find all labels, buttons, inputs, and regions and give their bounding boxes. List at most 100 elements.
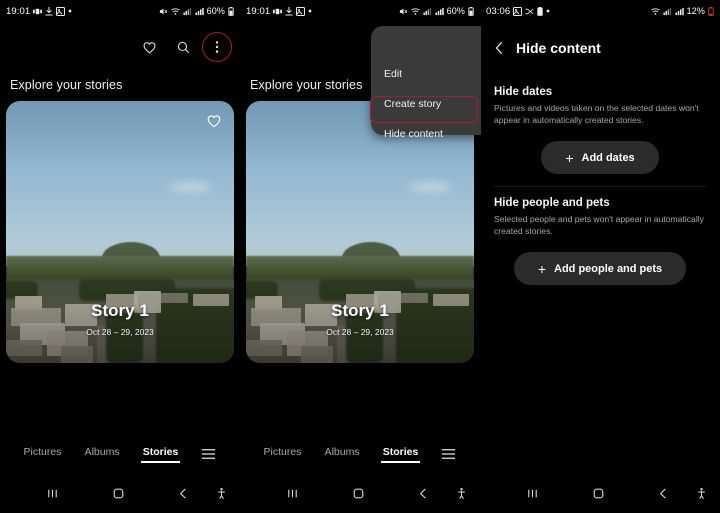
heart-icon[interactable] — [138, 36, 160, 58]
plus-icon: + — [565, 151, 573, 165]
story-card[interactable]: Story 1 Oct 28 – 29, 2023 — [6, 101, 234, 363]
story-caption: Story 1 Oct 28 – 29, 2023 — [246, 301, 474, 337]
tab-pictures[interactable]: Pictures — [264, 446, 302, 463]
story-card[interactable]: Story 1 Oct 28 – 29, 2023 — [246, 101, 474, 363]
signal-bars-icon — [435, 7, 444, 16]
tab-albums[interactable]: Albums — [85, 446, 120, 463]
section-title: Hide people and pets — [494, 197, 706, 209]
system-nav-bar — [240, 473, 480, 513]
tab-albums[interactable]: Albums — [325, 446, 360, 463]
gallery-icon — [56, 7, 65, 16]
system-nav-bar — [480, 473, 720, 513]
mute-icon — [399, 7, 408, 16]
dot-icon — [68, 9, 72, 13]
status-bar-left: 03:06 — [486, 6, 550, 17]
recents-icon[interactable] — [286, 487, 299, 500]
battery-percent: 60% — [207, 6, 225, 16]
add-people-and-pets-button[interactable]: + Add people and pets — [514, 252, 686, 285]
accessibility-icon[interactable] — [215, 487, 228, 500]
signal-icon — [183, 7, 192, 16]
bottom-tab-bar: Pictures Albums Stories — [240, 437, 480, 471]
status-bar-right: 60% — [399, 6, 474, 16]
recents-icon[interactable] — [526, 487, 539, 500]
gallery-icon — [296, 7, 305, 16]
back-icon[interactable] — [417, 487, 430, 500]
status-time: 19:01 — [6, 6, 30, 17]
add-people-and-pets-label: Add people and pets — [554, 263, 662, 275]
add-dates-button[interactable]: + Add dates — [541, 141, 658, 174]
status-bar-left: 19:01 — [246, 6, 312, 17]
page-title: Hide content — [516, 40, 601, 56]
status-bar: 19:01 60% — [0, 0, 240, 22]
status-bar-right: 12% — [651, 6, 714, 16]
signal-bars-icon — [195, 7, 204, 16]
battery-low-icon — [708, 7, 714, 16]
section-divider — [494, 186, 706, 187]
hamburger-icon[interactable] — [201, 448, 216, 460]
more-vertical-icon[interactable] — [206, 36, 228, 58]
status-bar: 19:01 60% — [240, 0, 480, 22]
button-row: + Add people and pets — [494, 252, 706, 285]
screenshot-root: 19:01 60% — [0, 0, 720, 513]
battery-percent: 60% — [447, 6, 465, 16]
tab-stories[interactable]: Stories — [383, 446, 419, 463]
home-icon[interactable] — [592, 487, 605, 500]
accessibility-icon[interactable] — [455, 487, 468, 500]
call-icon — [273, 7, 282, 16]
call-icon — [33, 7, 42, 16]
battery-icon — [468, 7, 474, 16]
page-header: Hide content — [480, 34, 720, 62]
signal-icon — [663, 7, 672, 16]
status-time: 03:06 — [486, 6, 510, 17]
tab-pictures[interactable]: Pictures — [24, 446, 62, 463]
hamburger-icon[interactable] — [441, 448, 456, 460]
section-description: Selected people and pets won't appear in… — [494, 213, 706, 237]
back-icon[interactable] — [177, 487, 190, 500]
section-hide-people-and-pets: Hide people and pets Selected people and… — [494, 197, 706, 285]
system-nav-bar — [0, 473, 240, 513]
dot-icon — [546, 9, 550, 13]
bottom-tab-bar: Pictures Albums Stories — [0, 437, 240, 471]
section-description: Pictures and videos taken on the selecte… — [494, 102, 706, 126]
menu-item-hide-content[interactable]: Hide content — [384, 128, 443, 140]
wifi-icon — [651, 7, 660, 16]
plus-icon: + — [538, 262, 546, 276]
accessibility-icon[interactable] — [695, 487, 708, 500]
signal-bars-icon — [675, 7, 684, 16]
more-menu-highlight-ring — [202, 32, 232, 62]
story-date: Oct 28 – 29, 2023 — [6, 327, 234, 337]
back-icon[interactable] — [657, 487, 670, 500]
wifi-icon — [171, 7, 180, 16]
app-bar — [0, 33, 240, 61]
recents-icon[interactable] — [46, 487, 59, 500]
button-row: + Add dates — [494, 141, 706, 174]
page-title: Explore your stories — [250, 78, 362, 92]
menu-item-edit[interactable]: Edit — [384, 68, 402, 80]
back-chevron-icon[interactable] — [493, 41, 506, 55]
page-title: Explore your stories — [10, 78, 122, 92]
tab-stories[interactable]: Stories — [143, 446, 179, 463]
dot-icon — [308, 9, 312, 13]
home-icon[interactable] — [352, 487, 365, 500]
home-icon[interactable] — [112, 487, 125, 500]
signal-icon — [423, 7, 432, 16]
mute-icon — [159, 7, 168, 16]
story-title: Story 1 — [6, 301, 234, 321]
heart-outline-icon[interactable] — [206, 113, 222, 134]
phone-panel-gallery-stories: 19:01 60% — [0, 0, 240, 513]
status-time: 19:01 — [246, 6, 270, 17]
shuffle-icon — [525, 7, 534, 16]
story-caption: Story 1 Oct 28 – 29, 2023 — [6, 301, 234, 337]
status-bar: 03:06 12% — [480, 0, 720, 22]
phone-panel-hide-content: 03:06 12% Hide content Hide dates Pi — [480, 0, 720, 513]
search-icon[interactable] — [172, 36, 194, 58]
wifi-icon — [411, 7, 420, 16]
battery-percent: 12% — [687, 6, 705, 16]
download-icon — [285, 7, 293, 16]
download-icon — [45, 7, 53, 16]
section-hide-dates: Hide dates Pictures and videos taken on … — [494, 86, 706, 174]
battery-saver-icon — [537, 7, 543, 16]
gallery-icon — [513, 7, 522, 16]
story-date: Oct 28 – 29, 2023 — [246, 327, 474, 337]
story-title: Story 1 — [246, 301, 474, 321]
